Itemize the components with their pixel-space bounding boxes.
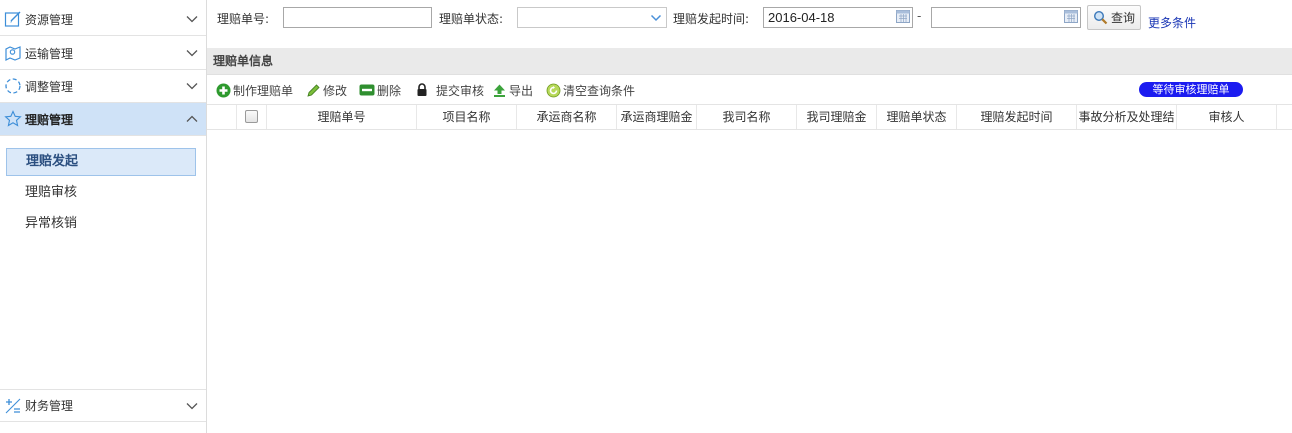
column-header[interactable]: 理赔单号	[267, 105, 417, 129]
chevron-down-icon	[186, 16, 198, 23]
sidebar-item-finance[interactable]: 财务管理	[0, 389, 206, 422]
claim-no-input[interactable]	[283, 7, 432, 28]
sidebar-item-label: 资源管理	[25, 12, 74, 27]
date-separator: -	[917, 9, 922, 23]
grid-rownum-header	[207, 105, 237, 129]
toolbar: 制作理赔单 修改 删除 提交审核 导出 清空查询条件 等待审核理赔单	[207, 76, 1292, 104]
pending-review-button[interactable]: 等待审核理赔单	[1139, 82, 1243, 97]
calendar-icon[interactable]	[1064, 10, 1078, 23]
column-header[interactable]: 我司理赔金	[797, 105, 877, 129]
map-icon	[4, 44, 22, 62]
column-header[interactable]: 我司名称	[697, 105, 797, 129]
add-icon	[215, 82, 231, 98]
create-claim-button[interactable]: 制作理赔单	[215, 81, 293, 99]
submit-review-button[interactable]: 提交审核	[414, 81, 484, 99]
delete-button[interactable]: 删除	[359, 81, 401, 99]
calendar-icon[interactable]	[896, 10, 910, 23]
sidebar-subitem-exception-writeoff[interactable]: 异常核销	[6, 210, 196, 238]
column-header[interactable]: 审核人	[1177, 105, 1277, 129]
upload-icon	[491, 82, 507, 98]
export-button[interactable]: 导出	[491, 81, 533, 99]
grid-header: 理赔单号 项目名称 承运商名称 承运商理赔金 我司名称 我司理赔金 理赔单状态 …	[207, 104, 1292, 130]
more-conditions-link[interactable]: 更多条件	[1148, 14, 1196, 31]
clear-conditions-button[interactable]: 清空查询条件	[545, 81, 635, 99]
column-header[interactable]: 承运商名称	[517, 105, 617, 129]
column-header[interactable]: 事故分析及处理结	[1077, 105, 1177, 129]
column-header[interactable]: 理赔发起时间	[957, 105, 1077, 129]
chevron-down-icon	[186, 83, 198, 90]
search-icon	[1093, 10, 1108, 25]
clear-conditions-label: 清空查询条件	[563, 83, 636, 98]
claim-no-label: 理赔单号:	[217, 12, 270, 26]
pencil-icon	[305, 82, 321, 98]
delete-icon	[359, 82, 375, 98]
sidebar-item-claims[interactable]: 理赔管理	[0, 103, 206, 136]
star-icon	[4, 110, 22, 128]
calculator-icon	[4, 397, 22, 415]
edit-label: 修改	[323, 83, 348, 98]
sidebar-item-label: 调整管理	[25, 79, 74, 94]
submit-review-label: 提交审核	[436, 83, 485, 98]
sidebar-subitem-claim-initiate[interactable]: 理赔发起	[6, 148, 196, 176]
query-button[interactable]: 查询	[1087, 5, 1141, 30]
sidebar: 资源管理 运输管理 调整管理 理赔管理 理赔发起 理赔审核 异常核销 财务管理	[0, 0, 207, 433]
sidebar-item-resources[interactable]: 资源管理	[0, 3, 206, 36]
sidebar-item-transport[interactable]: 运输管理	[0, 37, 206, 70]
date-from-field	[763, 7, 913, 28]
edit-button[interactable]: 修改	[305, 81, 347, 99]
date-to-input[interactable]	[931, 7, 1081, 28]
sidebar-subitem-claim-review[interactable]: 理赔审核	[6, 179, 196, 207]
select-all-checkbox[interactable]	[245, 110, 258, 123]
sidebar-item-label: 理赔管理	[25, 112, 74, 127]
chevron-down-icon	[186, 403, 198, 410]
edit-icon	[4, 10, 22, 28]
grid-select-header	[237, 105, 267, 129]
chevron-down-icon	[186, 50, 198, 57]
column-header[interactable]: 承运商理赔金	[617, 105, 697, 129]
column-header[interactable]: 项目名称	[417, 105, 517, 129]
refresh-icon	[545, 82, 561, 98]
sidebar-item-adjust[interactable]: 调整管理	[0, 70, 206, 103]
create-claim-label: 制作理赔单	[233, 83, 294, 98]
claim-status-label: 理赔单状态:	[439, 12, 504, 26]
delete-label: 删除	[377, 83, 402, 98]
export-label: 导出	[509, 83, 534, 98]
grid-body	[207, 130, 1292, 433]
claim-time-label: 理赔发起时间:	[673, 12, 750, 26]
chevron-down-icon	[650, 14, 662, 22]
query-label: 查询	[1111, 11, 1136, 25]
loop-icon	[4, 77, 22, 95]
panel-title: 理赔单信息	[207, 48, 1292, 75]
app-root: 资源管理 运输管理 调整管理 理赔管理 理赔发起 理赔审核 异常核销 财务管理 …	[0, 0, 1292, 433]
column-header[interactable]: 理赔单状态	[877, 105, 957, 129]
sidebar-item-label: 财务管理	[25, 399, 74, 413]
sidebar-item-label: 运输管理	[25, 46, 74, 61]
lock-icon	[414, 82, 430, 98]
chevron-up-icon	[186, 115, 198, 122]
claim-status-select[interactable]	[517, 7, 667, 28]
date-to-field	[931, 7, 1081, 28]
date-from-input[interactable]	[763, 7, 913, 28]
